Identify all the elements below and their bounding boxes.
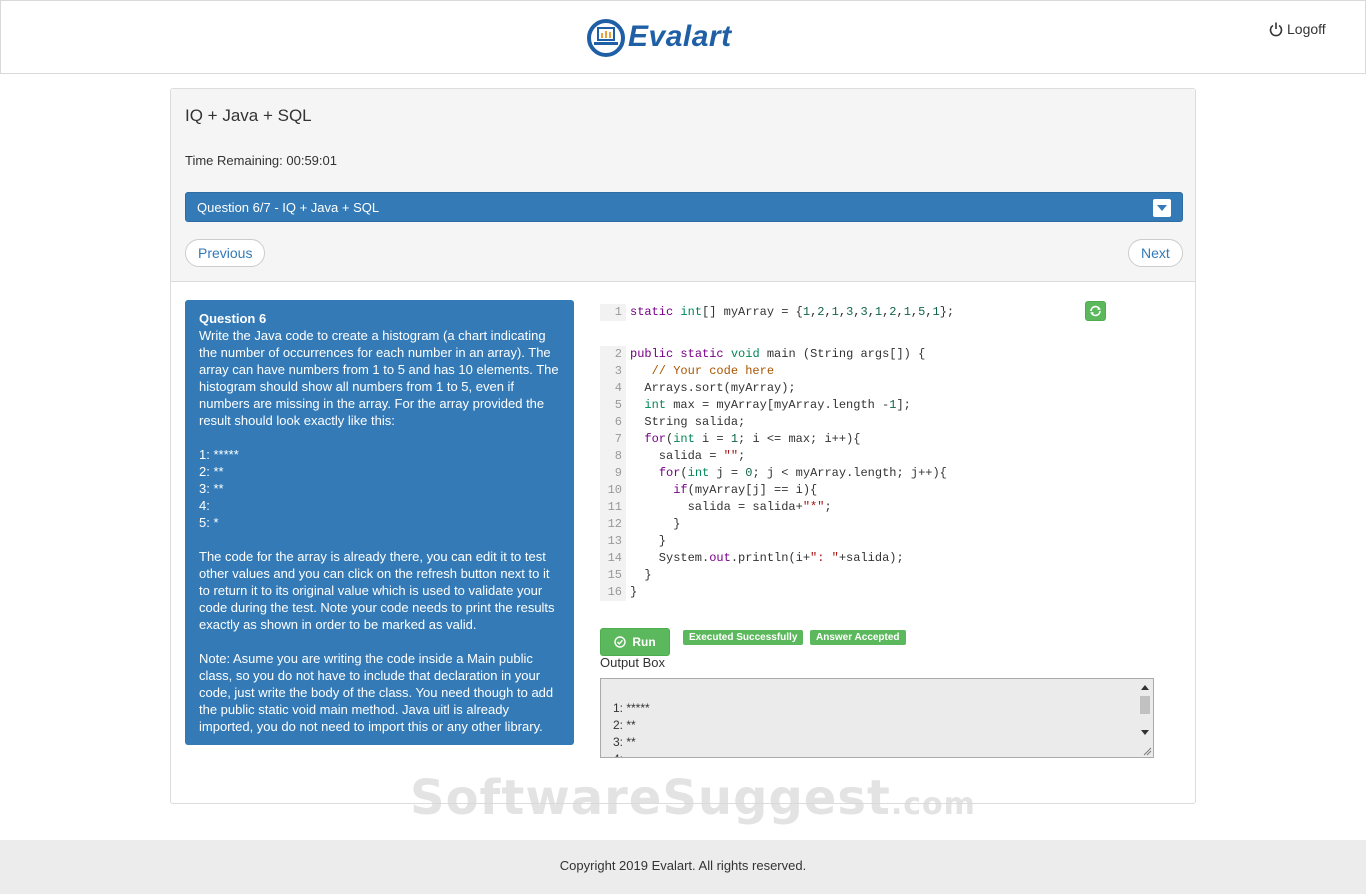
code-line: 3 // Your code here (600, 363, 1080, 380)
output-box[interactable]: 1: ***** 2: ** 3: ** 4: (600, 678, 1154, 758)
line-number: 11 (600, 499, 626, 516)
line-number: 3 (600, 363, 626, 380)
accepted-badge: Answer Accepted (810, 630, 906, 645)
output-line: 4: (613, 751, 650, 757)
code-line: 14 System.out.println(i+": "+salida); (600, 550, 1080, 567)
run-button[interactable]: Run (600, 628, 670, 656)
code-line: 7 for(int i = 1; i <= max; i++){ (600, 431, 1080, 448)
time-remaining: Time Remaining: 00:59:01 (185, 153, 337, 168)
line-number: 15 (600, 567, 626, 584)
main-code-editor[interactable]: 2 public static void main (String args[])… (600, 346, 1080, 601)
line-number: 9 (600, 465, 626, 482)
question-text: Write the Java code to create a histogra… (199, 328, 559, 734)
logoff-label: Logoff (1287, 21, 1326, 37)
line-number: 13 (600, 533, 626, 550)
line-number: 2 (600, 346, 626, 363)
resize-grip-icon[interactable] (1142, 746, 1152, 756)
play-circle-icon (614, 636, 627, 648)
question-selector-label: Question 6/7 - IQ + Java + SQL (197, 200, 380, 215)
line-number: 10 (600, 482, 626, 499)
scroll-down-icon[interactable] (1141, 730, 1149, 735)
dropdown-toggle-icon[interactable] (1153, 199, 1171, 217)
question-box: Question 6 Write the Java code to create… (185, 300, 574, 745)
top-navbar: Evalart Logoff (0, 0, 1366, 74)
line-number: 7 (600, 431, 626, 448)
exam-panel: IQ + Java + SQL Time Remaining: 00:59:01… (170, 88, 1196, 804)
output-line: 1: ***** (613, 701, 650, 715)
code-line: 4 Arrays.sort(myArray); (600, 380, 1080, 397)
refresh-icon (1090, 305, 1101, 317)
line-number: 8 (600, 448, 626, 465)
line-number: 4 (600, 380, 626, 397)
evalart-logo[interactable]: Evalart (586, 15, 732, 59)
question-heading: Question 6 (199, 311, 267, 326)
next-button[interactable]: Next (1128, 239, 1183, 267)
output-line: 3: ** (613, 735, 636, 749)
code-line: 6 String salida; (600, 414, 1080, 431)
code-line: 15 } (600, 567, 1080, 584)
refresh-array-button[interactable] (1085, 301, 1106, 321)
scroll-up-icon[interactable] (1141, 685, 1149, 690)
logo-laptop-icon (587, 19, 625, 57)
exam-title: IQ + Java + SQL (185, 106, 312, 125)
line-number: 6 (600, 414, 626, 431)
logoff-button[interactable]: Logoff (1269, 21, 1326, 37)
footer: Copyright 2019 Evalart. All rights reser… (0, 840, 1366, 894)
question-selector[interactable]: Question 6/7 - IQ + Java + SQL (185, 192, 1183, 222)
exam-panel-header: IQ + Java + SQL Time Remaining: 00:59:01… (171, 89, 1195, 282)
code-line: 12 } (600, 516, 1080, 533)
power-icon (1269, 22, 1283, 36)
array-code-editor[interactable]: 1 static int[] myArray = {1,2,1,3,3,1,2,… (600, 304, 1080, 321)
line-number: 5 (600, 397, 626, 414)
scroll-thumb[interactable] (1140, 696, 1150, 714)
code-line: 11 salida = salida+"*"; (600, 499, 1080, 516)
line-number: 12 (600, 516, 626, 533)
line-number: 1 (600, 304, 626, 321)
code-line: 9 for(int j = 0; j < myArray.length; j++… (600, 465, 1080, 482)
line-number: 14 (600, 550, 626, 567)
code-line: 10 if(myArray[j] == i){ (600, 482, 1080, 499)
output-box-label: Output Box (600, 655, 666, 670)
code-line: 2 public static void main (String args[])… (600, 346, 1080, 363)
output-line: 2: ** (613, 718, 636, 732)
previous-button[interactable]: Previous (185, 239, 266, 267)
run-label: Run (632, 635, 656, 649)
code-line: 1 static int[] myArray = {1,2,1,3,3,1,2,… (600, 304, 1080, 321)
code-line: 16} (600, 584, 1080, 601)
output-content: 1: ***** 2: ** 3: ** 4: (613, 700, 650, 757)
copyright-text: Copyright 2019 Evalart. All rights reser… (559, 858, 807, 873)
line-number: 16 (600, 584, 626, 601)
executed-badge: Executed Successfully (683, 630, 804, 645)
code-line: 8 salida = ""; (600, 448, 1080, 465)
code-line: 5 int max = myArray[myArray.length -1]; (600, 397, 1080, 414)
logo-text: Evalart (628, 20, 732, 53)
code-line: 13 } (600, 533, 1080, 550)
